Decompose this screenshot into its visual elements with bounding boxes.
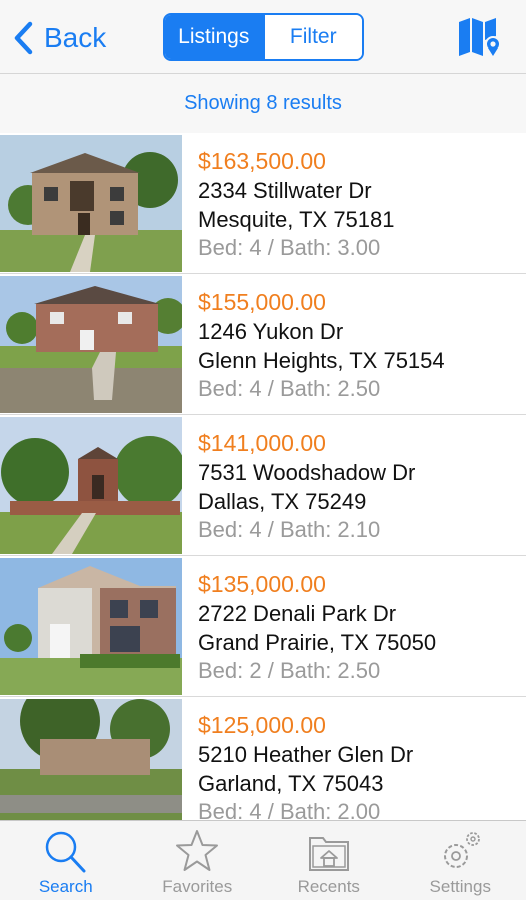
listing-photo — [0, 558, 182, 695]
listing-price: $135,000.00 — [198, 571, 326, 597]
tab-search[interactable]: Search — [0, 821, 132, 900]
listing-bed-bath: Bed: 4 / Bath: 3.00 — [198, 235, 381, 260]
listing-street: 2722 Denali Park Dr — [198, 601, 397, 626]
listing-street: 1246 Yukon Dr — [198, 319, 344, 344]
back-label: Back — [44, 22, 107, 53]
listing-city: Glenn Heights, TX 75154 — [198, 348, 445, 373]
gear-icon — [444, 832, 481, 868]
back-button[interactable]: Back — [10, 16, 106, 60]
listing-photo — [0, 699, 182, 823]
tab-search-label: Search — [38, 877, 93, 896]
folder-house-icon — [308, 837, 349, 871]
navigation-bar: Back Listings Filter — [0, 0, 526, 74]
listing-bed-bath: Bed: 4 / Bath: 2.50 — [198, 376, 381, 401]
search-icon — [45, 831, 86, 873]
listing-price: $125,000.00 — [198, 712, 326, 738]
chevron-left-icon — [14, 21, 33, 55]
listing-row[interactable]: $135,000.00 2722 Denali Park Dr Grand Pr… — [0, 556, 526, 697]
listing-price: $141,000.00 — [198, 430, 326, 456]
results-count-banner: Showing 8 results — [0, 74, 526, 132]
map-pin-icon[interactable] — [456, 14, 502, 58]
listing-photo — [0, 417, 182, 554]
listing-photo — [0, 276, 182, 413]
tab-favorites[interactable]: Favorites — [132, 821, 264, 900]
tab-recents-label: Recents — [297, 877, 360, 896]
tab-recents[interactable]: Recents — [263, 821, 395, 900]
segment-listings[interactable]: Listings — [165, 15, 263, 59]
listing-city: Garland, TX 75043 — [198, 771, 384, 796]
listing-price: $163,500.00 — [198, 148, 326, 174]
listing-city: Dallas, TX 75249 — [198, 489, 367, 514]
listing-street: 2334 Stillwater Dr — [198, 178, 372, 203]
listing-city: Mesquite, TX 75181 — [198, 207, 395, 232]
listing-photo — [0, 135, 182, 272]
listing-bed-bath: Bed: 4 / Bath: 2.10 — [198, 517, 381, 542]
listing-row[interactable]: $155,000.00 1246 Yukon Dr Glenn Heights,… — [0, 274, 526, 415]
listing-list[interactable]: $163,500.00 2334 Stillwater Dr Mesquite,… — [0, 133, 526, 823]
listing-street: 5210 Heather Glen Dr — [198, 742, 414, 767]
listing-street: 7531 Woodshadow Dr — [198, 460, 416, 485]
listings-filter-segmented-control: Listings Filter — [163, 13, 364, 61]
listing-row[interactable]: $163,500.00 2334 Stillwater Dr Mesquite,… — [0, 133, 526, 274]
listing-price: $155,000.00 — [198, 289, 326, 315]
segment-filter[interactable]: Filter — [262, 15, 362, 59]
tab-bar: Search Favorites Recents Settings — [0, 820, 526, 900]
tab-settings-label: Settings — [429, 877, 491, 896]
star-icon — [176, 830, 219, 871]
listing-row[interactable]: $125,000.00 5210 Heather Glen Dr Garland… — [0, 697, 526, 823]
tab-settings[interactable]: Settings — [395, 821, 526, 900]
tab-favorites-label: Favorites — [162, 877, 233, 896]
listing-row[interactable]: $141,000.00 7531 Woodshadow Dr Dallas, T… — [0, 415, 526, 556]
listing-bed-bath: Bed: 2 / Bath: 2.50 — [198, 658, 381, 683]
listing-city: Grand Prairie, TX 75050 — [198, 630, 437, 655]
